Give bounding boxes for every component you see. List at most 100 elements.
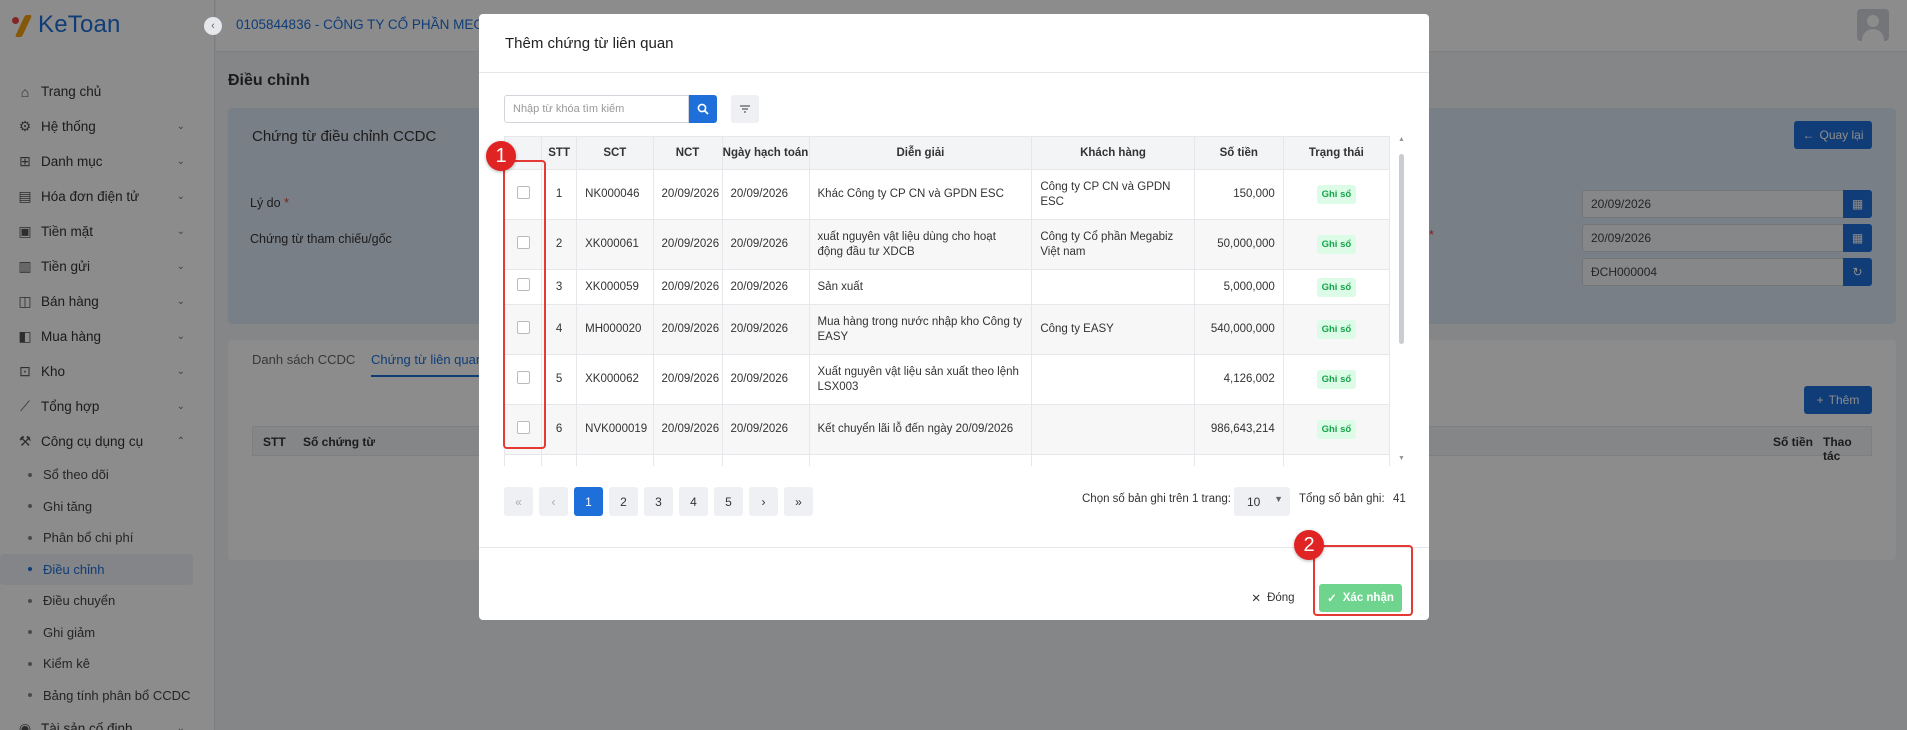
scroll-up-icon[interactable]: ▲ bbox=[1397, 136, 1406, 143]
table-row[interactable]: 2 XK000061 20/09/2026 20/09/2026 xuất nguyên… bbox=[504, 219, 1391, 270]
cell-description: Sản xuất bbox=[808, 269, 1033, 305]
cell-customer: Công ty CP CN và GPDN ESC bbox=[1031, 169, 1195, 220]
cell-select[interactable] bbox=[504, 454, 543, 466]
cell-stt: 1 bbox=[541, 169, 578, 220]
page-button[interactable]: 4 bbox=[679, 487, 708, 516]
cell-nct bbox=[652, 454, 723, 466]
cell-amount: 4,126,002 bbox=[1193, 354, 1284, 405]
next-page-icon[interactable]: › bbox=[749, 487, 778, 516]
col-amount: Số tiền bbox=[1193, 136, 1284, 170]
search-button[interactable] bbox=[689, 95, 717, 123]
col-customer: Khách hàng bbox=[1031, 136, 1195, 170]
cell-description: Xuất nguyên vật liệu sản xuất theo lệnh … bbox=[808, 354, 1033, 405]
cell-amount: 50,000,000 bbox=[1193, 219, 1284, 270]
divider bbox=[479, 547, 1429, 548]
table-row[interactable]: 3 XK000059 20/09/2026 20/09/2026 Sản xuất 5,0… bbox=[504, 269, 1391, 305]
cell-amount: 986,643,214 bbox=[1193, 404, 1284, 455]
cell-status: Ghi sổ bbox=[1282, 404, 1391, 455]
cell-stt bbox=[541, 454, 578, 466]
cell-stt: 5 bbox=[541, 354, 578, 405]
cell-customer bbox=[1031, 404, 1195, 455]
search-input[interactable]: Nhập từ khóa tìm kiếm bbox=[504, 95, 689, 123]
related-docs-modal: Thêm chứng từ liên quan Nhập từ khóa tìm… bbox=[479, 14, 1429, 620]
pagination: «‹ 1 2 3 4 5 ›» bbox=[504, 487, 813, 516]
scroll-thumb[interactable] bbox=[1399, 154, 1404, 344]
cell-posting-date: 20/09/2026 bbox=[721, 304, 810, 355]
table-row[interactable]: 4 MH000020 20/09/2026 20/09/2026 Mua hàng tr… bbox=[504, 304, 1391, 355]
cell-status: Ghi sổ bbox=[1282, 354, 1391, 405]
cell-sct: MH000020 bbox=[576, 304, 654, 355]
col-posting-date: Ngày hạch toán bbox=[721, 136, 810, 170]
total-records-label: Tổng số bản ghi: bbox=[1299, 493, 1385, 505]
cell-nct: 20/09/2026 bbox=[652, 269, 723, 305]
cell-status: Ghi sổ bbox=[1282, 219, 1391, 270]
scroll-down-icon[interactable]: ▼ bbox=[1397, 455, 1406, 462]
documents-table: STT SCT NCT Ngày hạch toán Diễn giải Khá… bbox=[504, 136, 1391, 466]
cell-posting-date: 20/09/2026 bbox=[721, 354, 810, 405]
divider bbox=[479, 72, 1429, 73]
records-per-page-select[interactable]: 10 ▼ bbox=[1234, 487, 1290, 516]
cell-amount: 150,000 bbox=[1193, 169, 1284, 220]
step-marker-1: 1 bbox=[486, 141, 516, 171]
chevron-down-icon: ▼ bbox=[1274, 494, 1283, 504]
collapse-sidebar-icon[interactable]: ‹ bbox=[204, 17, 222, 35]
first-page-icon[interactable]: « bbox=[504, 487, 533, 516]
cell-description: xuất nguyên vật liệu dùng cho hoạt động … bbox=[808, 219, 1033, 270]
page-button[interactable]: 1 bbox=[574, 487, 603, 516]
cell-sct bbox=[576, 454, 654, 466]
cell-amount: 540,000,000 bbox=[1193, 304, 1284, 355]
col-stt: STT bbox=[541, 136, 578, 170]
cell-description: Kết chuyển lãi lỗ đến ngày 20/09/2026 bbox=[808, 404, 1033, 455]
filter-button[interactable] bbox=[731, 95, 759, 123]
cell-nct: 20/09/2026 bbox=[652, 304, 723, 355]
cell-customer: Công ty CP CN và GPDN bbox=[1031, 454, 1195, 466]
table-row[interactable]: 1 NK000046 20/09/2026 20/09/2026 Khác Công t… bbox=[504, 169, 1391, 220]
cell-posting-date: 20/09/2026 bbox=[721, 404, 810, 455]
cell-sct: XK000061 bbox=[576, 219, 654, 270]
page-button[interactable]: 5 bbox=[714, 487, 743, 516]
col-status: Trạng thái bbox=[1282, 136, 1391, 170]
cell-nct: 20/09/2026 bbox=[652, 354, 723, 405]
status-badge: Ghi sổ bbox=[1316, 277, 1357, 297]
cell-description: Bán hàng Công ty CP CN và GPDN bbox=[808, 454, 1033, 466]
cell-sct: NVK000019 bbox=[576, 404, 654, 455]
status-badge: Ghi sổ bbox=[1316, 235, 1357, 254]
cell-status: Ghi sổ bbox=[1282, 304, 1391, 355]
cell-customer: Công ty EASY bbox=[1031, 304, 1195, 355]
documents-table-wrapper[interactable]: STT SCT NCT Ngày hạch toán Diễn giải Khá… bbox=[504, 136, 1397, 466]
table-scrollbar[interactable]: ▲ ▼ bbox=[1397, 136, 1406, 466]
cell-description: Khác Công ty CP CN và GPDN ESC bbox=[808, 169, 1033, 220]
confirm-highlight bbox=[1313, 545, 1413, 616]
col-description: Diễn giải bbox=[808, 136, 1033, 170]
cell-status: Ghi sổ bbox=[1282, 269, 1391, 305]
cell-posting-date: 20/09/2026 bbox=[721, 219, 810, 270]
table-header-row: STT SCT NCT Ngày hạch toán Diễn giải Khá… bbox=[504, 136, 1391, 170]
records-per-page-label: Chọn số bản ghi trên 1 trang: bbox=[1082, 493, 1231, 505]
status-badge: Ghi sổ bbox=[1316, 320, 1357, 339]
page-button[interactable]: 2 bbox=[609, 487, 638, 516]
page-button[interactable]: 3 bbox=[644, 487, 673, 516]
close-button[interactable]: ✕ Đóng bbox=[1244, 584, 1302, 612]
cell-stt: 6 bbox=[541, 404, 578, 455]
cell-stt: 3 bbox=[541, 269, 578, 305]
search-icon bbox=[697, 103, 709, 115]
cell-nct: 20/09/2026 bbox=[652, 169, 723, 220]
close-icon: ✕ bbox=[1251, 593, 1262, 605]
cell-description: Mua hàng trong nước nhập kho Công ty EAS… bbox=[808, 304, 1033, 355]
last-page-icon[interactable]: » bbox=[784, 487, 813, 516]
table-row[interactable]: Bán hàng Công ty CP CN và GPDNCông ty CP… bbox=[504, 454, 1391, 466]
cell-amount: 5,000,000 bbox=[1193, 269, 1284, 305]
col-sct: SCT bbox=[576, 136, 654, 170]
filter-icon bbox=[740, 105, 750, 113]
cell-sct: XK000062 bbox=[576, 354, 654, 405]
cell-customer bbox=[1031, 354, 1195, 405]
prev-page-icon[interactable]: ‹ bbox=[539, 487, 568, 516]
table-row[interactable]: 5 XK000062 20/09/2026 20/09/2026 Xuất nguyên… bbox=[504, 354, 1391, 405]
modal-title: Thêm chứng từ liên quan bbox=[505, 35, 674, 52]
cell-sct: NK000046 bbox=[576, 169, 654, 220]
cell-nct: 20/09/2026 bbox=[652, 219, 723, 270]
cell-amount bbox=[1193, 454, 1284, 466]
cell-posting-date: 20/09/2026 bbox=[721, 269, 810, 305]
table-row[interactable]: 6 NVK000019 20/09/2026 20/09/2026 Kết chuyển… bbox=[504, 404, 1391, 455]
cell-nct: 20/09/2026 bbox=[652, 404, 723, 455]
